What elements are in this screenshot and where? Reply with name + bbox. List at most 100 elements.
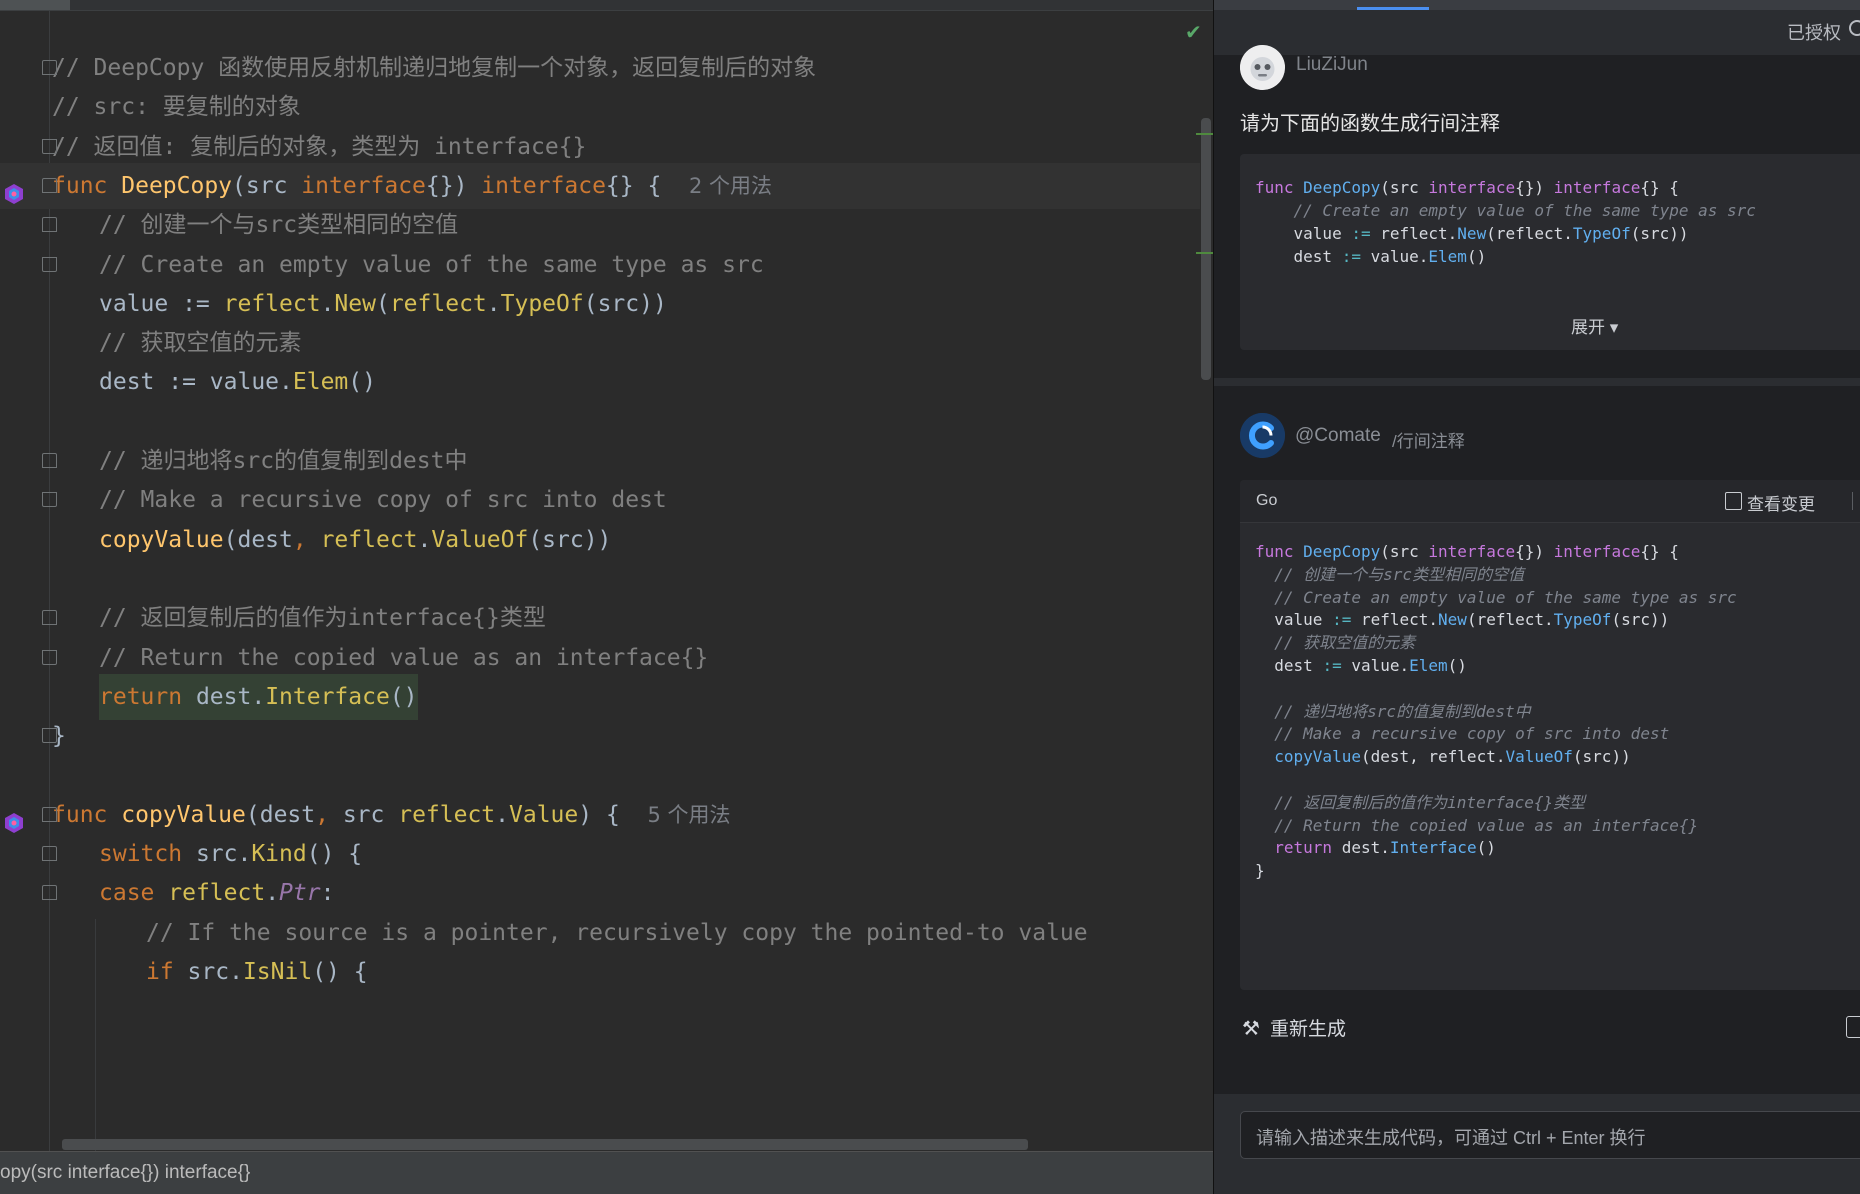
code-token: New [334,290,376,317]
view-changes-button[interactable]: 查看变更 [1747,490,1815,515]
panel-code-line: dest := value.Elem() [1255,246,1487,268]
inspection-ok-icon[interactable]: ✔ [1185,20,1205,44]
code-token: Value [509,801,579,828]
panel-code-token: (src)) [1630,224,1689,243]
code-token: case [99,880,169,907]
code-lines[interactable]: // DeepCopy 函数使用反射机制递归地复制一个对象，返回复制后的对象 //… [0,11,1200,1151]
implementation-gutter-icon[interactable] [4,804,24,833]
code-token: IsNil [242,958,313,985]
panel-active-tab-indicator[interactable] [1357,7,1429,10]
panel-code-token: func [1255,542,1304,561]
bot-command: /行间注释 [1392,432,1465,451]
code-token: // 创建一个与src类型相同的空值 [99,212,459,239]
editor-tab-strip [0,0,1213,11]
fold-open-icon[interactable] [42,60,57,75]
panel-code-token: func [1255,178,1304,197]
prompt-input[interactable]: 请输入描述来生成代码，可通过 Ctrl + Enter 换行 [1240,1111,1860,1159]
editor-horizontal-scrollbar[interactable] [62,1139,1028,1150]
panel-code-token: // Create an empty value of the same typ… [1255,201,1756,220]
panel-code-token: () [1447,656,1467,675]
fold-close-icon[interactable] [42,492,57,508]
panel-code-token: interface [1553,542,1641,561]
panel-code-token: Interface [1389,838,1477,858]
code-line[interactable]: if src.IsNil() { [0,949,1200,995]
panel-tab-strip [1214,0,1860,10]
account-icon[interactable] [1849,20,1860,36]
user-name: LiuZiJun [1296,54,1368,75]
code-editor[interactable]: // DeepCopy 函数使用反射机制递归地复制一个对象，返回复制后的对象 //… [0,0,1213,1194]
fold-close-icon[interactable] [42,138,57,154]
editor-tab[interactable] [0,0,70,10]
code-token: . [320,290,335,317]
panel-code-token: (reflect. [1466,610,1554,630]
generated-code-block: Go 查看变更 func DeepCopy(src interface{}) i… [1240,480,1860,990]
code-language-label: Go [1256,492,1278,509]
fold-open-icon[interactable] [42,610,57,626]
status-breadcrumb[interactable]: opy(src interface{}) interface{} [0,1162,250,1184]
code-token: TypeOf [500,290,584,317]
panel-code-token: dest. [1341,838,1390,858]
panel-code-token: := [1332,610,1352,630]
status-bar: opy(src interface{}) interface{} [0,1151,1213,1194]
code-token: // Create an empty value of the same typ… [99,251,764,278]
panel-code-token: ValueOf [1505,747,1573,767]
code-token: // Make a recursive copy of src into des… [99,487,667,514]
auth-status-label[interactable]: 已授权 [1787,19,1841,45]
code-token: () { [306,841,363,867]
panel-code-token: value [1255,224,1352,243]
panel-code-line: func DeepCopy(src interface{}) interface… [1255,541,1679,563]
fold-open-icon[interactable] [42,217,57,233]
code-token: if [146,958,188,985]
editor-scrollbar-thumb[interactable] [1201,118,1211,380]
implementation-gutter-icon[interactable] [4,175,24,204]
code-token: ( [375,290,390,317]
code-token: reflect [389,290,487,317]
code-token: ) { [578,801,648,828]
code-token: {} { [605,172,690,199]
code-token: return [99,683,196,710]
fold-close-icon[interactable] [42,728,57,744]
code-token: func [52,172,122,199]
diff-icon[interactable] [1725,492,1742,510]
panel-code-line: func DeepCopy(src interface{}) interface… [1255,177,1679,199]
code-token: , [315,801,343,828]
fold-open-icon[interactable] [42,885,57,901]
hammer-icon: ⚒ [1242,1016,1260,1040]
fold-open-icon[interactable] [42,846,57,861]
thumbs-up-icon[interactable] [1846,1016,1860,1038]
fold-open-icon[interactable] [42,806,57,822]
usage-hint[interactable]: 2 个用法 [689,174,772,198]
code-token: interface [301,172,426,199]
code-token: . [486,290,501,317]
code-token: () [348,369,376,396]
panel-code-token: {} { [1640,178,1679,197]
avatar [1240,45,1285,90]
panel-code-token: // 递归地将src的值复制到dest中 [1255,701,1531,721]
panel-code-token: interface [1428,178,1516,197]
panel-code-token: // 获取空值的元素 [1255,633,1416,653]
expand-button[interactable]: 展开 ▾ [1571,313,1618,338]
change-marker [1196,133,1213,135]
fold-open-icon[interactable] [42,177,57,193]
fold-close-icon[interactable] [42,256,57,272]
usage-hint[interactable]: 5 个用法 [648,803,731,827]
panel-code-token: // Make a recursive copy of src into des… [1255,724,1670,744]
panel-code-token: // 返回复制后的值作为interface{}类型 [1255,792,1586,812]
panel-code-token: DeepCopy [1303,178,1381,197]
panel-code-token [1255,838,1274,857]
panel-code-line: // 创建一个与src类型相同的空值 [1255,564,1524,586]
panel-code-token: New [1438,610,1467,630]
panel-header: 已授权 [1214,0,1860,55]
code-token: copyValue [99,526,224,553]
code-token: . [495,801,510,828]
regenerate-label: 重新生成 [1270,1019,1347,1040]
panel-code-token: := [1341,247,1361,266]
fold-close-icon[interactable] [42,649,57,665]
code-token: reflect [168,880,266,907]
panel-code-token: {}) [1515,542,1554,561]
code-token: // If the source is a pointer, recursive… [146,919,1088,946]
code-token: Ptr [279,880,321,907]
panel-code-token: reflect. [1370,224,1458,243]
fold-open-icon[interactable] [42,453,57,468]
panel-code-line: value := reflect.New(reflect.TypeOf(src)… [1255,609,1669,631]
